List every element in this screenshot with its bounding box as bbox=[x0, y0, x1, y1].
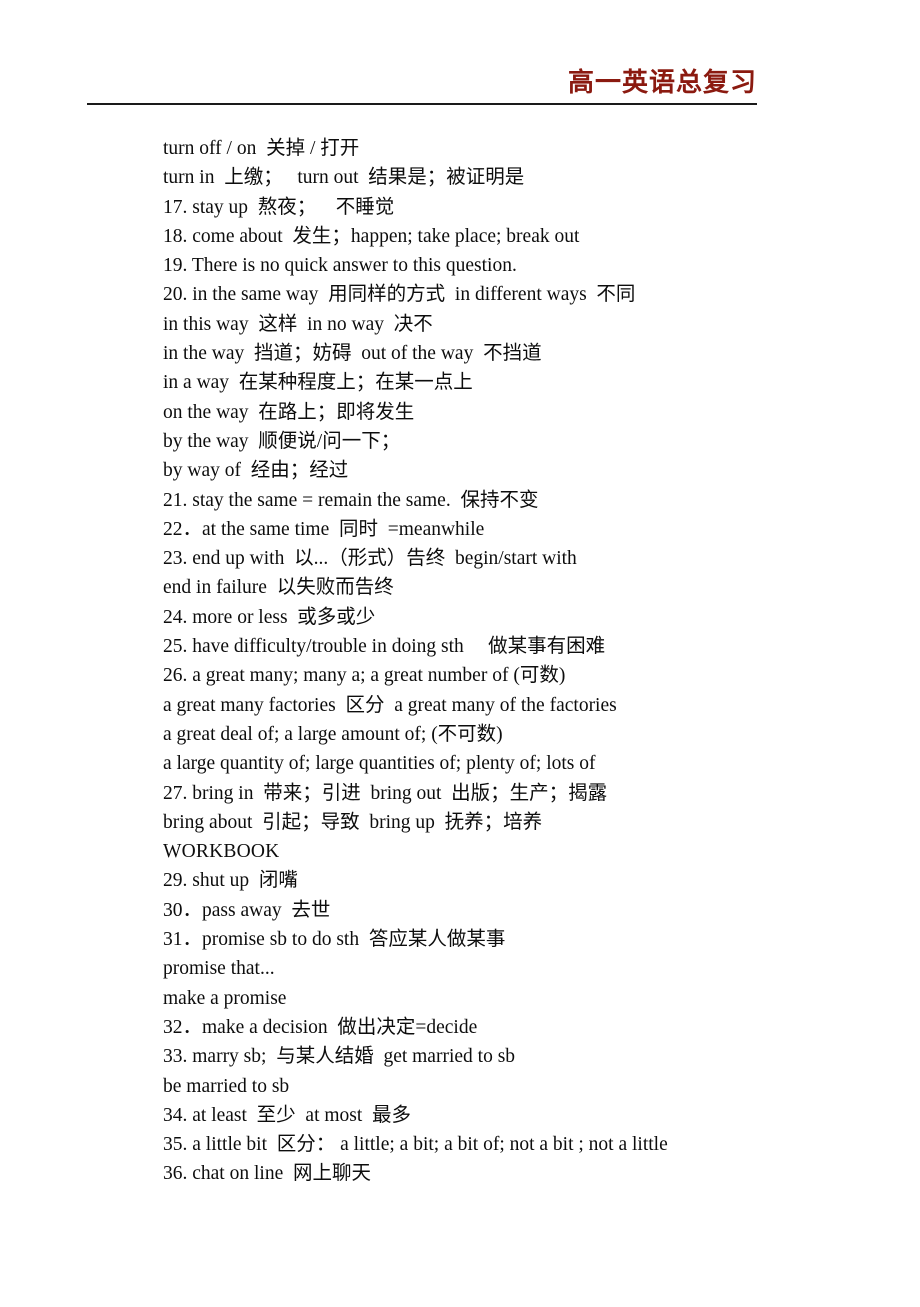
text-line: 18. come about 发生；happen; take place; br… bbox=[163, 225, 580, 247]
text-line: turn in 上缴； turn out 结果是；被证明是 bbox=[163, 167, 525, 189]
text-line: 30．pass away 去世 bbox=[163, 899, 331, 921]
text-line: 25. have difficulty/trouble in doing sth… bbox=[163, 636, 606, 658]
text-line: WORKBOOK bbox=[163, 841, 280, 863]
document-header: 高一英语总复习 bbox=[87, 66, 757, 105]
text-line: a great deal of; a large amount of; (不可数… bbox=[163, 723, 503, 745]
page-title: 高一英语总复习 bbox=[567, 68, 757, 97]
document-body: turn off / on 关掉 / 打开 turn in 上缴； turn o… bbox=[163, 134, 863, 1189]
text-line: 27. bring in 带来；引进 bring out 出版；生产；揭露 bbox=[163, 782, 608, 804]
document-page: 高一英语总复习 turn off / on 关掉 / 打开 turn in 上缴… bbox=[0, 0, 920, 1307]
text-line: a great many factories 区分 a great many o… bbox=[163, 694, 617, 716]
text-line: in the way 挡道；妨碍 out of the way 不挡道 bbox=[163, 343, 542, 365]
text-line: bring about 引起；导致 bring up 抚养；培养 bbox=[163, 811, 543, 833]
text-line: 17. stay up 熬夜； 不睡觉 bbox=[163, 196, 395, 218]
text-line: make a promise bbox=[163, 987, 287, 1009]
text-line: 34. at least 至少 at most 最多 bbox=[163, 1104, 412, 1126]
text-line: in a way 在某种程度上；在某一点上 bbox=[163, 372, 473, 394]
text-line: a large quantity of; large quantities of… bbox=[163, 753, 596, 775]
text-line: on the way 在路上；即将发生 bbox=[163, 401, 415, 423]
text-line: 26. a great many; many a; a great number… bbox=[163, 665, 566, 687]
text-line: 19. There is no quick answer to this que… bbox=[163, 255, 517, 277]
text-line: 35. a little bit 区分： a little; a bit; a … bbox=[163, 1134, 668, 1156]
text-line: in this way 这样 in no way 决不 bbox=[163, 313, 433, 335]
text-line: 36. chat on line 网上聊天 bbox=[163, 1163, 371, 1185]
text-line: 20. in the same way 用同样的方式 in different … bbox=[163, 284, 636, 306]
text-line: 29. shut up 闭嘴 bbox=[163, 870, 298, 892]
header-divider bbox=[87, 103, 757, 105]
text-line: by the way 顺便说/问一下； bbox=[163, 430, 401, 452]
text-line: 24. more or less 或多或少 bbox=[163, 606, 376, 628]
text-line: 31．promise sb to do sth 答应某人做某事 bbox=[163, 929, 506, 951]
text-line: 32．make a decision 做出决定=decide bbox=[163, 1016, 478, 1038]
text-line: 21. stay the same = remain the same. 保持不… bbox=[163, 489, 539, 511]
text-line: 22．at the same time 同时 =meanwhile bbox=[163, 518, 485, 540]
text-line: by way of 经由；经过 bbox=[163, 460, 349, 482]
text-line: promise that... bbox=[163, 958, 275, 980]
text-line: turn off / on 关掉 / 打开 bbox=[163, 138, 360, 159]
text-line: be married to sb bbox=[163, 1075, 290, 1097]
text-line: 23. end up with 以...（形式）告终 begin/start w… bbox=[163, 548, 577, 570]
text-line: end in failure 以失败而告终 bbox=[163, 577, 394, 599]
text-line: 33. marry sb; 与某人结婚 get married to sb bbox=[163, 1046, 516, 1068]
